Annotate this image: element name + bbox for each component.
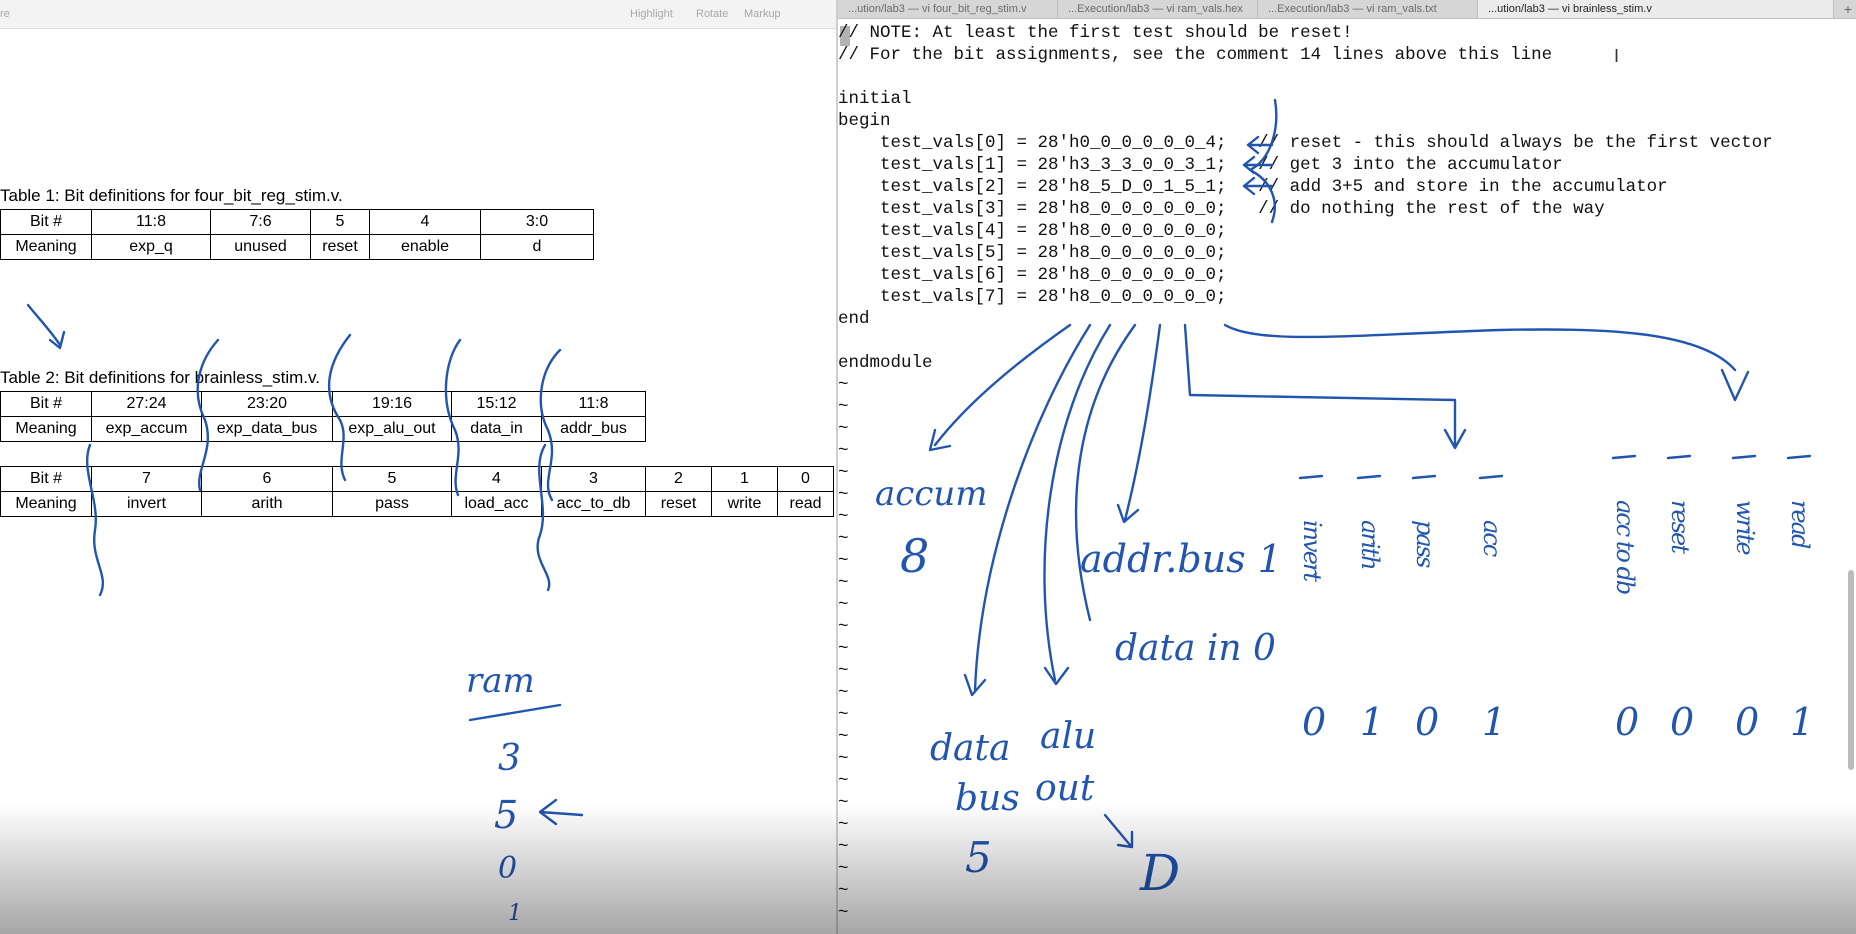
ink-bit-words: invert 0 arith 1 pass 0 acc 1 acc to db 0 reset 0 wr… xyxy=(1298,454,1814,744)
ink-bit-word: acc to db xyxy=(1611,500,1639,594)
ink-data-bus-2: bus xyxy=(955,778,1020,819)
ink-bit-dash xyxy=(1731,454,1757,460)
ink-bit-word: arith xyxy=(1356,520,1384,569)
ink-squiggle-4 xyxy=(539,348,562,502)
ink-alu-out-1: alu xyxy=(1040,716,1096,757)
ink-bit-word: reset xyxy=(1666,500,1694,554)
ink-bit-dash xyxy=(1611,454,1637,460)
ink-bit-word: acc xyxy=(1478,520,1506,557)
ink-arrow-accum xyxy=(928,323,1072,452)
ink-five: 5 xyxy=(965,833,992,882)
ink-ram-val-2: 0 xyxy=(498,851,517,886)
ink-bit-word: invert xyxy=(1298,520,1326,582)
ink-bit-dash xyxy=(1786,454,1812,460)
ink-bit-dash xyxy=(1666,454,1692,460)
ink-bit-dash xyxy=(1298,474,1324,480)
handwritten-annotations: ram 3 5 0 1 accum 8 addr.bus 1 data in 0… xyxy=(26,98,1814,926)
ink-squiggle-5 xyxy=(85,443,105,597)
ink-addr-bus: addr.bus 1 xyxy=(1080,537,1282,581)
ink-squiggle-6 xyxy=(536,443,551,592)
ink-arrow-upper-bits xyxy=(1223,323,1750,402)
ink-d-value: D xyxy=(1139,844,1180,902)
ink-squiggle-2 xyxy=(327,333,352,482)
ink-arrow-d xyxy=(1103,813,1134,849)
ink-bit-value: 0 xyxy=(1670,700,1694,744)
ink-data-bus-1: data xyxy=(930,728,1010,769)
ink-ram-arrow xyxy=(538,798,584,826)
ink-bit-value: 0 xyxy=(1302,700,1326,744)
ink-bit-word: pass xyxy=(1411,520,1439,568)
ink-ram: ram xyxy=(466,661,535,701)
ink-bit-value: 0 xyxy=(1735,700,1759,744)
ink-bit-word: read xyxy=(1786,500,1814,549)
ink-arrow-vec2 xyxy=(1242,176,1274,196)
ink-bit-value: 0 xyxy=(1415,700,1439,744)
ink-ram-val-0: 3 xyxy=(498,738,521,779)
ink-arrow-vec1 xyxy=(1242,155,1274,175)
ink-bit-value: 1 xyxy=(1360,700,1384,744)
ink-bit-value: 1 xyxy=(1790,700,1814,744)
ink-squiggle-3 xyxy=(444,338,462,497)
ink-bracket-vectors xyxy=(1248,98,1278,224)
ink-accum: accum xyxy=(875,474,988,514)
ink-ram-underline xyxy=(468,703,562,722)
ink-arrow-addrbus xyxy=(1116,323,1162,524)
ink-bit-dash xyxy=(1356,474,1382,480)
ink-bit-dash xyxy=(1411,474,1437,480)
ink-squiggle-1 xyxy=(196,338,220,492)
ink-bit-dash xyxy=(1478,474,1504,480)
ink-accum-value: 8 xyxy=(900,529,929,583)
ink-bit-value: 0 xyxy=(1615,700,1639,744)
ink-arrow-left xyxy=(26,303,66,350)
ink-data-in: data in 0 xyxy=(1115,628,1276,669)
ink-bit-value: 1 xyxy=(1482,700,1506,744)
ink-ram-val-3: 1 xyxy=(508,901,522,926)
ink-alu-out-2: out xyxy=(1035,768,1095,809)
ink-ram-val-1: 5 xyxy=(494,793,518,837)
ink-arrow-low-bits xyxy=(1183,323,1467,450)
ink-bit-word: write xyxy=(1731,500,1759,555)
